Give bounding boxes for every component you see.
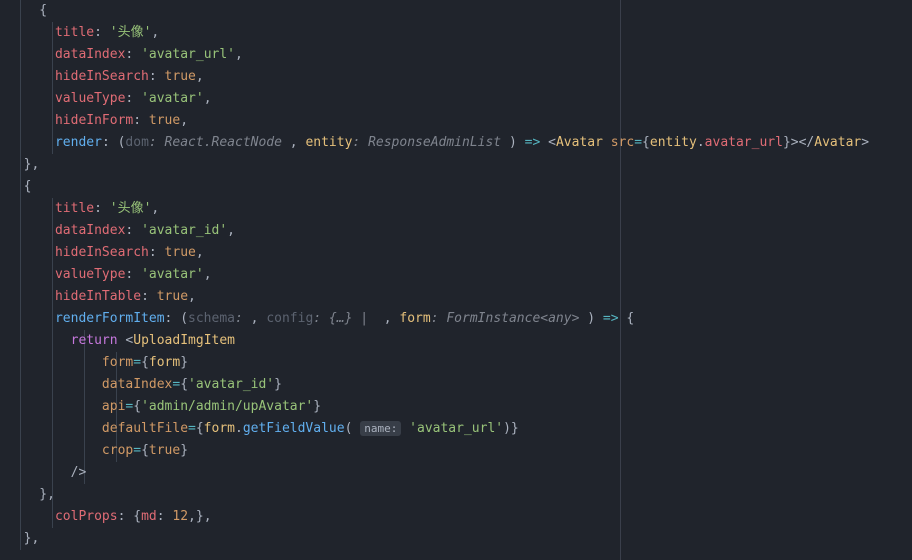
code-line: },	[8, 157, 39, 172]
code-line: hideInSearch: true,	[8, 69, 204, 84]
code-line: {	[8, 3, 47, 18]
code-line: crop={true}	[8, 443, 188, 458]
code-line: hideInForm: true,	[8, 113, 188, 128]
code-line: dataIndex: 'avatar_id',	[8, 223, 235, 238]
code-line: },	[8, 487, 55, 502]
code-line: },	[8, 531, 39, 546]
code-line: render: (dom: React.ReactNode , entity: …	[8, 135, 869, 150]
code-line: hideInSearch: true,	[8, 245, 204, 260]
code-line: dataIndex={'avatar_id'}	[8, 377, 282, 392]
code-line: dataIndex: 'avatar_url',	[8, 47, 243, 62]
code-line: defaultFile={form.getFieldValue( name: '…	[8, 421, 519, 436]
code-line: />	[8, 465, 86, 480]
code-line: hideInTable: true,	[8, 289, 196, 304]
code-line: {	[8, 179, 31, 194]
code-line: valueType: 'avatar',	[8, 91, 212, 106]
code-line: title: '头像',	[8, 25, 159, 40]
code-line: form={form}	[8, 355, 188, 370]
code-line: api={'admin/admin/upAvatar'}	[8, 399, 321, 414]
code-line: renderFormItem: (schema: , config: {…} |…	[8, 311, 634, 326]
editor-split-divider[interactable]	[620, 0, 621, 560]
code-line: title: '头像',	[8, 201, 159, 216]
code-line: return <UploadImgItem	[8, 333, 235, 348]
code-line: valueType: 'avatar',	[8, 267, 212, 282]
code-line: colProps: {md: 12,},	[8, 509, 212, 524]
code-editor[interactable]: { title: '头像', dataIndex: 'avatar_url', …	[0, 0, 620, 560]
